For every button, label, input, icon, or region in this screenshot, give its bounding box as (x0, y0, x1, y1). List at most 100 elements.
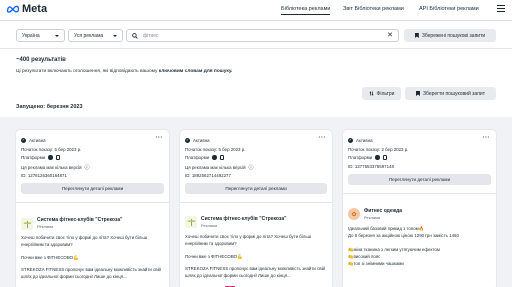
country-value: Україна (22, 32, 40, 39)
nav-ad-library-api[interactable]: API Бібліотеки реклами (419, 6, 479, 12)
versions-row: Ця реклама має кілька версій ⓘ (185, 164, 254, 171)
filters-label: Фільтри (376, 90, 395, 97)
platforms-row: Платформи (185, 155, 225, 160)
ad-text-2: До 8 березня за акційною ціною 1290 грн … (348, 233, 459, 238)
results-note-bold: ключовим словам для пошуку. (158, 69, 233, 74)
more-options-icon[interactable]: ··· (156, 135, 164, 141)
platforms-label: Платформи (185, 155, 210, 160)
search-input-value: фітнес (143, 32, 159, 39)
facebook-icon (212, 155, 217, 160)
more-options-icon[interactable]: ··· (483, 135, 491, 141)
ad-text-2: Почни вже з ФІТНЕСОВО💪 (21, 255, 79, 260)
ad-text-4: 🍋високий пояс (348, 254, 381, 259)
more-options-icon[interactable]: ··· (319, 135, 327, 141)
card-divider (16, 202, 169, 203)
ad-id: ID: 1892562714492277 (185, 173, 231, 178)
sponsored-label: Реклама (364, 215, 381, 220)
platforms-label: Платформи (21, 155, 46, 160)
menu-icon[interactable] (497, 5, 505, 12)
view-ad-details-button[interactable]: Переглянути деталі реклами (185, 183, 327, 194)
advertiser-logo[interactable] (21, 218, 33, 230)
results-note-text: Ці результати включають оголошення, які … (16, 69, 158, 74)
chevron-down-icon (55, 34, 59, 37)
status-badge: ✓ Активна (185, 138, 210, 143)
platforms-label: Платформи (348, 155, 373, 160)
dragonfly-icon (23, 220, 31, 228)
ad-text-1: Хочеш побачити своє тіло у формі до літа… (185, 234, 312, 246)
nav-ad-library-report[interactable]: Звіт Бібліотеки реклами (343, 6, 404, 12)
header-divider (0, 20, 512, 21)
bookmark-icon (414, 33, 419, 38)
ad-text-3: 🍋міна тканина з легким утягуючим ефектом (348, 247, 440, 252)
clear-search-icon[interactable]: ✕ (387, 32, 393, 39)
ad-text-3: STREKOZA FITNESS пропонує вам ідеальну м… (21, 267, 161, 279)
start-date: Початок показу: 5 бер 2023 р. (21, 147, 82, 152)
status-badge: ✓ Активна (348, 138, 373, 143)
flower-icon: ✿ (351, 211, 357, 218)
chevron-down-icon (113, 34, 117, 37)
results-count: ~400 результатів (16, 57, 66, 63)
ad-text-1: Ідеальний базовий прикид з топом🔥 (348, 226, 425, 231)
bookmark-icon (416, 91, 420, 96)
meta-infinity-icon (6, 5, 20, 13)
advertiser-name[interactable]: Система фітнес-клубів "Стрекоза" (201, 216, 286, 222)
versions-row: Ця реклама має кілька версій ⓘ (21, 164, 90, 171)
ad-text-2: Почни вже з ФІТНЕСОВО💪 (185, 254, 243, 259)
card-divider (343, 193, 496, 194)
filter-bar-divider (0, 48, 512, 49)
nav-ad-library[interactable]: Бібліотека реклами (281, 6, 331, 15)
advertiser-name[interactable]: Фитнес одежда (364, 208, 402, 214)
platforms-row: Платформи (348, 155, 388, 160)
ad-type-value: Уся реклама (74, 32, 104, 39)
sponsored-label: Реклама (37, 224, 54, 229)
advertiser-avatar[interactable]: ✿ (348, 208, 360, 220)
advertiser-name[interactable]: Система фітнес-клубів "Стрекоза" (37, 217, 122, 223)
ad-card: ✓ Активна ··· Початок показу: 2 бер 2023… (343, 130, 496, 287)
status-text: Активна (29, 138, 46, 143)
save-search-button[interactable]: Зберегти пошуковий запит (405, 87, 496, 100)
search-icon (132, 32, 138, 39)
ad-text-5: 🍋топ зі знімними чашками (348, 261, 404, 266)
results-note: Ці результати включають оголошення, які … (16, 69, 232, 74)
info-icon[interactable]: ⓘ (85, 164, 90, 171)
status-text: Активна (193, 138, 210, 143)
instagram-icon (382, 155, 388, 160)
info-icon[interactable]: ⓘ (249, 164, 254, 171)
ad-text-1: Хочеш побачити своє тіло у формі до літа… (21, 235, 148, 247)
meta-logo[interactable]: Meta (6, 3, 47, 15)
ad-id: ID: 1377553376597148 (348, 164, 394, 169)
view-ad-details-button[interactable]: Переглянути деталі реклами (21, 183, 164, 194)
check-icon: ✓ (21, 138, 26, 143)
check-icon: ✓ (185, 138, 190, 143)
status-text: Активна (356, 138, 373, 143)
platforms-row: Платформи (21, 155, 61, 160)
ad-text-3: STREKOZA FITNESS пропонує вам ідеальну м… (185, 266, 325, 278)
launched-heading: Запущено: березня 2023 (16, 104, 83, 110)
save-search-label: Зберегти пошуковий запит (423, 90, 485, 97)
saved-searches-label: Збережені пошукові запити (421, 32, 486, 39)
start-date: Початок показу: 5 бер 2023 р. (185, 147, 246, 152)
instagram-icon (55, 155, 61, 160)
ad-type-select[interactable]: Уся реклама (68, 29, 123, 42)
ad-card: ✓ Активна ··· Початок показу: 5 бер 2023… (180, 130, 332, 287)
ad-id: ID: 1278126360164871 (21, 173, 67, 178)
saved-searches-button[interactable]: Збережені пошукові запити (404, 29, 496, 42)
filters-button[interactable]: Фільтри (362, 87, 401, 100)
card-divider (180, 202, 332, 203)
instagram-icon (219, 155, 225, 160)
check-icon: ✓ (348, 138, 353, 143)
view-ad-details-button[interactable]: Переглянути деталі реклами (348, 174, 491, 185)
start-date: Початок показу: 2 бер 2023 р. (348, 147, 409, 152)
facebook-icon (375, 155, 380, 160)
filter-icon (369, 91, 373, 96)
versions-text: Ця реклама має кілька версій (21, 165, 82, 170)
status-badge: ✓ Активна (21, 138, 46, 143)
versions-text: Ця реклама має кілька версій (185, 165, 246, 170)
sponsored-label: Реклама (201, 223, 218, 228)
advertiser-logo[interactable] (185, 216, 197, 228)
ad-card: ✓ Активна ··· Початок показу: 5 бер 2023… (16, 130, 169, 287)
search-input[interactable]: фітнес ✕ (126, 29, 399, 42)
facebook-icon (48, 155, 53, 160)
country-select[interactable]: Україна (16, 29, 65, 42)
meta-logo-text: Meta (22, 3, 48, 15)
